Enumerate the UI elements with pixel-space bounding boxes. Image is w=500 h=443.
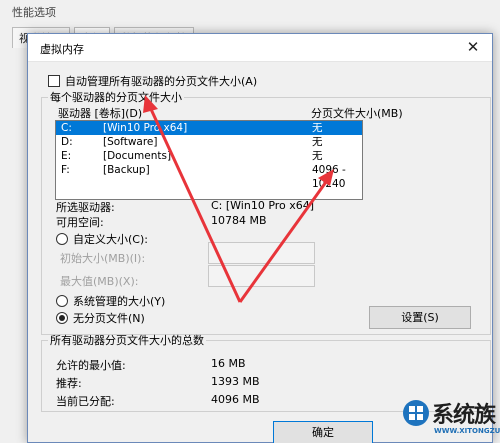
initial-size-input[interactable] <box>208 242 315 264</box>
set-button[interactable]: 设置(S) <box>369 306 471 329</box>
auto-manage-label: 自动管理所有驱动器的分页文件大小(A) <box>65 75 258 88</box>
custom-size-label: 自定义大小(C): <box>73 233 148 246</box>
recommended-value: 1393 MB <box>211 375 260 388</box>
custom-size-radio[interactable] <box>56 233 68 245</box>
min-allowed-label: 允许的最小值: <box>56 359 126 372</box>
auto-manage-checkbox[interactable] <box>48 75 60 87</box>
max-size-input[interactable] <box>208 265 315 287</box>
ok-button[interactable]: 确定 <box>273 421 373 443</box>
drive-row[interactable]: E: [Documents] 无 <box>56 149 362 163</box>
drive-label: [Software] <box>103 136 158 148</box>
col-drive-header: 驱动器 [卷标](D) <box>58 107 143 120</box>
close-icon[interactable]: ✕ <box>462 37 484 57</box>
drive-row[interactable]: F: [Backup] 4096 - 10240 <box>56 163 362 190</box>
free-space-label: 可用空间: <box>56 216 104 229</box>
totals-legend: 所有驱动器分页文件大小的总数 <box>50 334 204 347</box>
min-allowed-value: 16 MB <box>211 357 246 370</box>
drive-size: 无 <box>312 150 323 162</box>
auto-manage-row[interactable]: 自动管理所有驱动器的分页文件大小(A) <box>48 73 257 89</box>
drive-row[interactable]: D: [Software] 无 <box>56 135 362 149</box>
drive-letter: F: <box>61 164 70 176</box>
watermark-url: WWW.XITONGZU.COM <box>434 427 500 435</box>
free-space-value: 10784 MB <box>211 214 267 227</box>
dialog-titlebar: 虚拟内存 ✕ <box>28 34 492 62</box>
selected-drive-label: 所选驱动器: <box>56 201 115 214</box>
virtual-memory-dialog: 虚拟内存 ✕ 自动管理所有驱动器的分页文件大小(A) 每个驱动器的分页文件大小 … <box>27 33 493 443</box>
allocated-value: 4096 MB <box>211 393 260 406</box>
drive-row[interactable]: C: [Win10 Pro x64] 无 <box>56 121 362 135</box>
initial-size-label: 初始大小(MB)(I): <box>60 252 146 265</box>
watermark-logo: 系统族 WWW.XITONGZU.COM <box>402 397 500 441</box>
drive-list-headers: 驱动器 [卷标](D) 分页文件大小(MB) <box>48 105 478 121</box>
system-managed-row[interactable]: 系统管理的大小(Y) <box>56 293 165 309</box>
system-managed-radio[interactable] <box>56 295 68 307</box>
per-drive-legend: 每个驱动器的分页文件大小 <box>50 91 182 104</box>
no-paging-row[interactable]: 无分页文件(N) <box>56 310 145 326</box>
recommended-label: 推荐: <box>56 377 82 390</box>
windows-logo-icon <box>403 400 429 426</box>
drive-list[interactable]: C: [Win10 Pro x64] 无 D: [Software] 无 E: … <box>55 120 363 200</box>
selected-drive-value: C: [Win10 Pro x64] <box>211 199 315 212</box>
drive-size: 无 <box>312 122 323 134</box>
dialog-title: 虚拟内存 <box>40 43 84 56</box>
drive-letter: C: <box>61 122 72 134</box>
drive-label: [Documents] <box>103 150 172 162</box>
drive-size: 无 <box>312 136 323 148</box>
drive-label: [Backup] <box>103 164 150 176</box>
system-managed-label: 系统管理的大小(Y) <box>73 295 166 308</box>
drive-label: [Win10 Pro x64] <box>103 122 188 134</box>
no-paging-radio[interactable] <box>56 312 68 324</box>
no-paging-label: 无分页文件(N) <box>73 312 145 325</box>
drive-letter: E: <box>61 150 72 162</box>
drive-letter: D: <box>61 136 73 148</box>
col-size-header: 分页文件大小(MB) <box>311 107 403 120</box>
parent-window-title: 性能选项 <box>12 6 56 19</box>
custom-size-row[interactable]: 自定义大小(C): <box>56 231 148 247</box>
watermark-text: 系统族 <box>432 403 496 428</box>
allocated-label: 当前已分配: <box>56 395 115 408</box>
drive-size: 4096 - 10240 <box>312 164 346 190</box>
max-size-label: 最大值(MB)(X): <box>60 275 139 288</box>
